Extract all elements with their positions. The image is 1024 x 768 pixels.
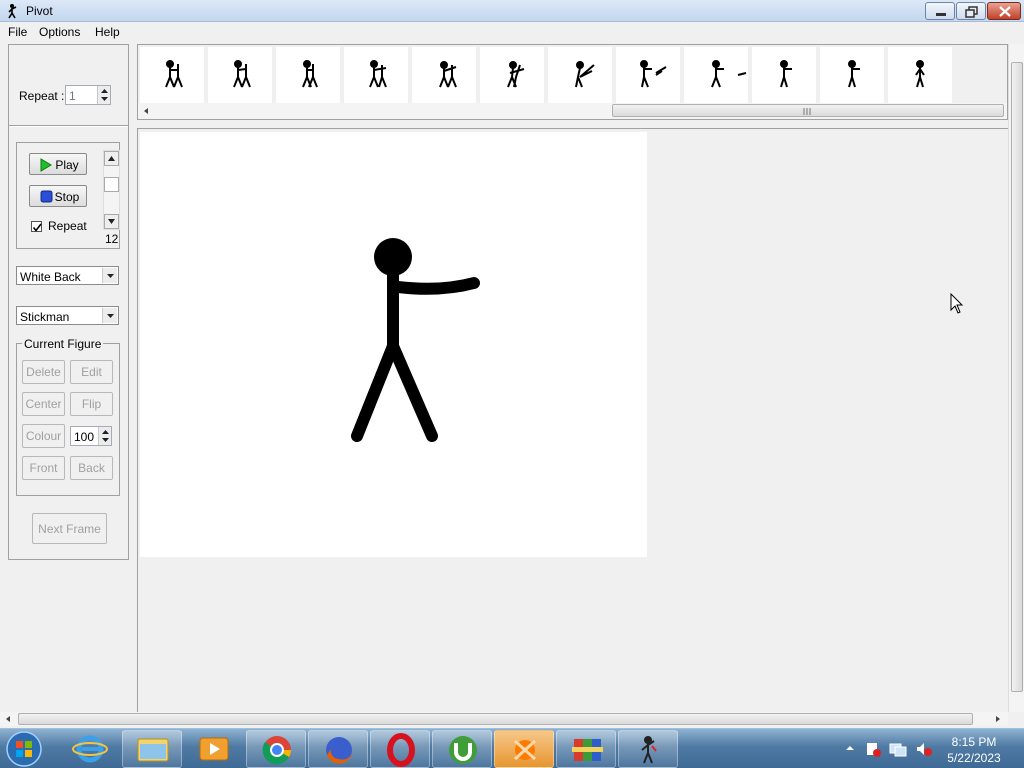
start-orb-icon[interactable]	[4, 730, 44, 768]
repeat-label: Repeat :	[19, 89, 65, 103]
stickman-frame-icon	[780, 60, 792, 88]
stickman-frame-icon	[915, 60, 925, 88]
frame-strip-scrollbar[interactable]	[138, 103, 1007, 119]
stickman-frame-icon	[439, 61, 457, 88]
restore-button[interactable]	[956, 2, 986, 20]
flip-button[interactable]: Flip	[70, 392, 113, 416]
stickman-frame-icon	[165, 60, 183, 88]
frame-thumbnail[interactable]	[548, 47, 612, 103]
stickman-figure[interactable]	[140, 132, 647, 557]
frame-thumbnail[interactable]	[616, 47, 680, 103]
delete-button[interactable]: Delete	[22, 360, 65, 384]
vertical-scrollbar[interactable]	[1008, 44, 1024, 712]
edit-button[interactable]: Edit	[70, 360, 113, 384]
clock-date: 5/22/2023	[947, 751, 1001, 765]
clock-time: 8:15 PM	[951, 735, 997, 749]
repeat-value: 1	[69, 89, 76, 103]
speed-thumb[interactable]	[104, 177, 119, 192]
speed-value: 12	[105, 232, 119, 246]
frame-thumbnail[interactable]	[140, 47, 204, 103]
frame-strip	[137, 44, 1008, 120]
minimize-button[interactable]	[925, 2, 955, 20]
window-title: Pivot	[26, 4, 53, 18]
playback-controls: Play Stop Repeat 12	[16, 142, 120, 249]
back-button[interactable]: Back	[70, 456, 113, 480]
taskbar: 8:15 PM 5/22/2023	[0, 728, 1024, 768]
volume-muted-icon[interactable]	[915, 741, 933, 757]
spinner-arrows-icon[interactable]	[98, 427, 111, 445]
stop-button[interactable]: Stop	[29, 185, 87, 207]
chrome-icon[interactable]	[246, 730, 306, 768]
repeat-checkbox-label: Repeat	[48, 219, 87, 233]
stickman-frame-icon	[848, 60, 860, 88]
speed-scrollbar[interactable]	[103, 150, 120, 230]
stickman-frame-icon	[507, 61, 525, 88]
horizontal-scrollbar[interactable]	[0, 712, 1008, 726]
action-center-icon[interactable]	[865, 741, 881, 757]
repeat-spinner[interactable]: 1	[65, 85, 111, 105]
menu-options[interactable]: Options	[39, 25, 80, 39]
front-button[interactable]: Front	[22, 456, 65, 480]
close-button[interactable]	[987, 2, 1021, 20]
show-hidden-icons-icon[interactable]	[845, 743, 855, 753]
figure-select[interactable]: Stickman	[16, 306, 119, 325]
title-bar: Pivot	[0, 0, 1024, 22]
network-icon[interactable]	[889, 741, 907, 757]
internet-explorer-icon[interactable]	[60, 730, 120, 768]
scroll-down-icon[interactable]	[104, 214, 119, 229]
scroll-left-icon[interactable]	[142, 107, 150, 115]
repeat-checkbox[interactable]	[31, 221, 42, 232]
chevron-down-icon[interactable]	[102, 268, 117, 283]
mouse-cursor-icon	[950, 293, 964, 314]
stickman-frame-icon	[369, 60, 387, 88]
menu-file[interactable]: File	[8, 25, 27, 39]
frame-thumbnail[interactable]	[888, 47, 952, 103]
checkmark-icon	[32, 223, 42, 232]
avast-icon[interactable]	[494, 730, 554, 768]
frame-thumbnail[interactable]	[684, 47, 748, 103]
chevron-down-icon[interactable]	[102, 308, 117, 323]
opera-icon[interactable]	[370, 730, 430, 768]
file-explorer-icon[interactable]	[122, 730, 182, 768]
stickman-frame-icon	[711, 60, 747, 88]
frame-thumbnail[interactable]	[276, 47, 340, 103]
stickman-icon	[8, 4, 17, 19]
stickman-frame-icon	[302, 60, 318, 88]
vertical-scroll-thumb[interactable]	[1011, 62, 1023, 692]
horizontal-scroll-thumb[interactable]	[18, 713, 973, 725]
scroll-left-icon[interactable]	[4, 715, 12, 723]
current-figure-title: Current Figure	[22, 337, 104, 351]
menu-bar: File Options Help	[0, 22, 1024, 42]
pivot-icon[interactable]	[618, 730, 678, 768]
work-area	[137, 128, 1008, 712]
media-player-icon[interactable]	[184, 730, 244, 768]
center-button[interactable]: Center	[22, 392, 65, 416]
background-select[interactable]: White Back	[16, 266, 119, 285]
frame-thumbnail[interactable]	[480, 47, 544, 103]
stickman-frame-icon	[640, 60, 667, 88]
spinner-arrows-icon[interactable]	[97, 86, 110, 104]
winrar-icon[interactable]	[556, 730, 616, 768]
stickman-frame-icon	[233, 60, 251, 88]
stickman-frame-icon	[575, 61, 595, 88]
opacity-spinner[interactable]: 100	[70, 426, 112, 446]
frame-thumbnail[interactable]	[752, 47, 816, 103]
menu-help[interactable]: Help	[95, 25, 120, 39]
frame-strip-thumb[interactable]	[612, 104, 1004, 117]
frame-thumbnail[interactable]	[208, 47, 272, 103]
control-panel: Repeat : 1 Play Stop Repeat 12 White Bac…	[8, 44, 129, 560]
play-button[interactable]: Play	[29, 153, 87, 175]
frame-thumbnail[interactable]	[412, 47, 476, 103]
utorrent-icon[interactable]	[432, 730, 492, 768]
colour-button[interactable]: Colour	[22, 424, 65, 448]
frame-thumbnail[interactable]	[344, 47, 408, 103]
divider	[9, 125, 128, 127]
animation-canvas[interactable]	[140, 132, 647, 557]
frame-thumbnail[interactable]	[820, 47, 884, 103]
scroll-up-icon[interactable]	[104, 151, 119, 166]
next-frame-button[interactable]: Next Frame	[32, 513, 107, 544]
firefox-icon[interactable]	[308, 730, 368, 768]
clock[interactable]: 8:15 PM 5/22/2023	[936, 734, 1012, 766]
scroll-right-icon[interactable]	[994, 715, 1002, 723]
